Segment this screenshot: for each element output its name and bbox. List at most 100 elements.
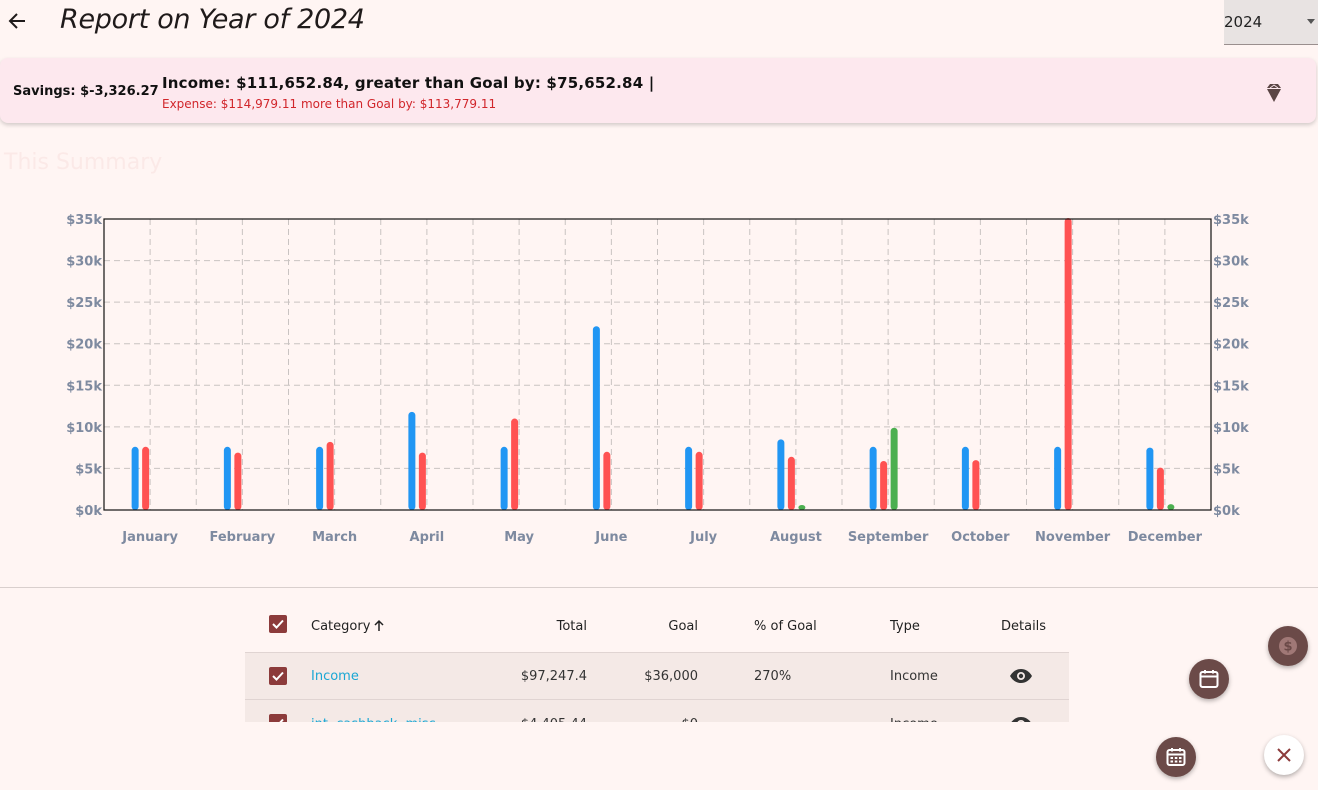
- expense-bar: [142, 446, 150, 510]
- gem-icon[interactable]: [1264, 82, 1284, 104]
- income-bar: [685, 446, 693, 510]
- y-tick-label-right: $30k: [1213, 255, 1249, 270]
- eye-icon[interactable]: [1009, 700, 1033, 722]
- y-tick-label-left: $30k: [66, 255, 102, 270]
- arrow-left-icon: [8, 13, 25, 29]
- type-cell: Income: [890, 668, 938, 684]
- y-tick-label-right: $25k: [1213, 296, 1249, 311]
- savings-text: Savings: $-3,326.27: [13, 84, 159, 99]
- category-link[interactable]: int, cashback, misc: [311, 700, 436, 723]
- expense-bar: [695, 451, 703, 510]
- y-tick-label-left: $25k: [66, 296, 102, 311]
- x-tick-label: September: [848, 530, 929, 545]
- y-tick-label-right: $10k: [1213, 421, 1249, 436]
- expense-summary-text: Expense: $114,979.11 more than Goal by: …: [162, 97, 497, 111]
- section-title: This Summary: [4, 150, 163, 175]
- goal-header[interactable]: Goal: [617, 600, 698, 652]
- y-tick-label-left: $20k: [66, 338, 102, 353]
- year-dropdown[interactable]: 2024: [1224, 0, 1318, 45]
- income-bar: [316, 446, 324, 510]
- savings-fab-button[interactable]: $: [1268, 626, 1308, 666]
- x-tick-label: March: [312, 530, 357, 545]
- total-header[interactable]: Total: [505, 600, 587, 652]
- income-summary-text: Income: $111,652.84, greater than Goal b…: [162, 74, 655, 92]
- row-checkbox[interactable]: [269, 714, 287, 722]
- row-checkbox[interactable]: [269, 667, 287, 685]
- back-button[interactable]: [4, 8, 30, 34]
- expense-bar: [880, 460, 888, 510]
- table-header-row: Category Total Goal % of Goal Type Detai…: [245, 600, 1069, 652]
- summary-card: Savings: $-3,326.27 Income: $111,652.84,…: [0, 58, 1316, 123]
- check-icon: [272, 619, 284, 629]
- table-row[interactable]: Income $97,247.4 $36,000 270% Income: [245, 652, 1069, 700]
- svg-text:$: $: [1283, 640, 1292, 655]
- dropdown-arrow-icon: [1307, 19, 1315, 24]
- income-bar: [408, 411, 416, 510]
- calendar-icon: [1199, 670, 1219, 688]
- x-tick-label: May: [504, 530, 534, 545]
- calendar-grid-icon: [1166, 748, 1186, 766]
- x-tick-label: July: [689, 530, 718, 545]
- select-all-checkbox[interactable]: [269, 615, 287, 633]
- check-icon: [272, 671, 284, 681]
- expense-bar: [1156, 467, 1164, 510]
- income-bar: [223, 446, 231, 510]
- y-tick-label-right: $35k: [1213, 213, 1249, 228]
- sort-arrow-up-icon: [374, 619, 384, 631]
- table-row[interactable]: int, cashback, misc $4,405.44 $0 Income: [245, 700, 1069, 722]
- expense-bar: [326, 441, 334, 510]
- expense-bar: [511, 418, 519, 510]
- savings-bar: [1167, 504, 1175, 510]
- goal-cell: $0: [617, 700, 698, 723]
- income-bar: [777, 439, 785, 510]
- income-bar: [1146, 447, 1154, 510]
- expense-bar: [418, 452, 426, 510]
- eye-icon[interactable]: [1009, 653, 1033, 699]
- calendar-month-button[interactable]: [1189, 659, 1229, 699]
- expense-bar: [787, 456, 795, 510]
- summary-table: Category Total Goal % of Goal Type Detai…: [245, 600, 1069, 722]
- x-tick-label: January: [121, 530, 178, 545]
- close-icon: [1277, 748, 1291, 762]
- total-cell: $4,405.44: [505, 700, 587, 723]
- y-tick-label-right: $15k: [1213, 379, 1249, 394]
- type-cell: Income: [890, 700, 938, 723]
- x-tick-label: December: [1128, 530, 1203, 545]
- income-bar: [1054, 446, 1062, 510]
- y-tick-label-left: $15k: [66, 379, 102, 394]
- income-bar: [869, 446, 877, 510]
- pct-goal-header[interactable]: % of Goal: [754, 600, 817, 652]
- check-icon: [279, 718, 284, 722]
- income-bar: [500, 446, 508, 510]
- y-tick-label-right: $0k: [1213, 504, 1240, 519]
- x-tick-label: April: [410, 530, 445, 545]
- goal-cell: $36,000: [644, 668, 698, 684]
- y-tick-label-left: $0k: [75, 504, 102, 519]
- income-bar: [592, 326, 600, 510]
- pct-goal-cell: 270%: [754, 668, 792, 684]
- x-tick-label: November: [1035, 530, 1111, 545]
- savings-bar: [890, 427, 898, 510]
- y-tick-label-right: $20k: [1213, 338, 1249, 353]
- expense-bar: [234, 452, 242, 510]
- chart-svg: $0k $0k $5k $5k $10k $10k $15k $15k $20k $20k $25k…: [66, 213, 1249, 545]
- expense-bar: [972, 460, 980, 510]
- x-tick-label: February: [209, 530, 275, 545]
- x-tick-label: August: [770, 530, 822, 545]
- total-cell: $97,247.4: [520, 668, 587, 684]
- page-title: Report on Year of 2024: [60, 4, 365, 35]
- y-tick-label-left: $35k: [66, 213, 102, 228]
- details-header: Details: [1001, 618, 1047, 634]
- expense-bar: [603, 451, 611, 510]
- y-tick-label-left: $5k: [75, 462, 102, 477]
- x-tick-label: October: [951, 530, 1010, 545]
- income-bar: [131, 446, 139, 510]
- calendar-year-button[interactable]: [1156, 737, 1196, 777]
- divider: [0, 587, 1318, 588]
- category-header[interactable]: Category: [311, 600, 386, 652]
- type-header[interactable]: Type: [890, 600, 920, 652]
- income-bar: [961, 446, 969, 510]
- close-fab-button[interactable]: [1264, 735, 1304, 775]
- x-tick-label: June: [594, 530, 627, 545]
- category-link[interactable]: Income: [311, 653, 359, 699]
